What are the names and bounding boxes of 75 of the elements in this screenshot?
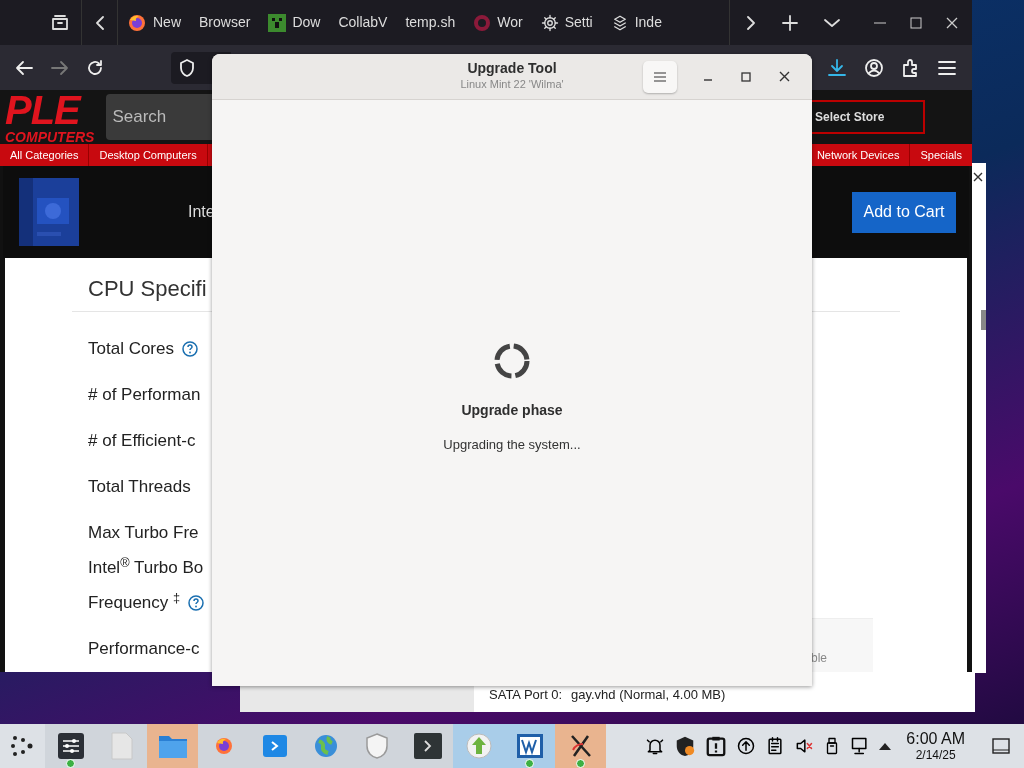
globe-icon [312,733,339,759]
taskbar-button[interactable] [555,724,606,768]
menu-icon [654,71,666,82]
window-subtitle: Linux Mint 22 'Wilma' [460,77,564,91]
spec-label: Intel$^{®}$ Turbo Bo [88,555,204,580]
spec-label: Total Threads [88,476,191,499]
sliders-icon [57,733,84,759]
field-value: gay.vhd (Normal, 4.00 MB) [571,687,726,703]
firefox-icon [127,12,147,33]
maximize-icon[interactable] [741,71,751,82]
browser-tab[interactable]: New [118,0,190,45]
shield-icon [363,732,390,760]
bell-icon [645,736,666,756]
reload-icon[interactable] [87,59,103,76]
panel-text: ble [811,650,827,667]
help-icon[interactable] [182,341,198,357]
add-to-cart-button[interactable]: Add to Cart [852,191,956,233]
clock-time[interactable]: 6:00 AM [906,730,965,748]
spec-label: # of Efficient-c [88,430,196,453]
chevron-down-icon[interactable] [824,17,840,28]
caret-up-icon[interactable] [879,742,892,750]
creeper-icon [268,13,287,32]
spec-label: Max Turbo Fre [88,522,199,545]
browser-tab[interactable]: Dow [259,0,330,45]
download-icon[interactable] [828,58,846,77]
scroll-left-icon[interactable] [94,15,105,30]
tab-list-icon[interactable] [51,14,69,31]
file-icon [109,732,134,760]
phase-heading: Upgrade phase [461,401,563,420]
taskbar-button[interactable] [402,724,453,768]
status-text: Upgrading the system... [443,436,581,454]
firefox-icon [213,736,234,756]
field-label: SATA Port 0: [489,687,564,703]
update-icon [736,736,757,756]
menu-button[interactable] [643,60,677,93]
settings-icon [540,13,559,32]
browser-tab[interactable]: Wor [464,0,532,45]
spec-label: Frequency $^{‡}$ [88,590,181,615]
terminal-icon [413,733,442,759]
section-heading: CPU Specifi [88,275,208,303]
taskbar-button[interactable] [45,724,96,768]
browser-tab[interactable]: Browser [190,0,260,45]
taskbar-button[interactable] [504,724,555,768]
folder-icon [157,733,188,759]
spec-label: Performance-c [88,638,200,661]
minimize-icon[interactable] [874,21,886,24]
vm-monitor-icon [515,733,544,759]
shield-icon[interactable] [179,58,195,77]
extensions-icon[interactable] [902,58,920,77]
back-icon[interactable] [15,59,33,76]
scroll-right-icon[interactable] [746,15,756,30]
show-desktop-icon[interactable] [992,738,1010,754]
browser-tab[interactable]: CollabV [329,0,397,45]
spec-label: # of Performan [88,384,201,407]
forward-icon [51,59,69,76]
remote-desktop-icon [260,732,289,760]
browser-tab[interactable]: Inde [601,0,671,45]
shield-alert-icon [674,735,697,757]
clipboard-alert-icon [705,735,728,757]
clock-date[interactable]: 2/14/25 [915,748,956,762]
ring-icon [473,13,492,32]
new-tab-icon[interactable] [782,14,798,31]
scrollbar-thumb[interactable] [981,310,986,330]
window-title: Upgrade Tool [467,60,557,77]
launcher-icon[interactable] [10,733,35,759]
help-icon[interactable] [188,595,205,611]
browser-tab[interactable]: temp.sh [396,0,465,45]
browser-tab[interactable]: Setti [531,0,602,45]
loading-spinner-icon [493,342,531,380]
store-logo[interactable]: PLE COMPUTERS [5,90,95,144]
close-icon[interactable] [779,71,790,82]
close-icon[interactable] [973,172,983,182]
account-icon[interactable] [864,57,884,78]
menu-icon[interactable] [938,60,956,75]
spec-label: Total Cores [88,338,174,361]
